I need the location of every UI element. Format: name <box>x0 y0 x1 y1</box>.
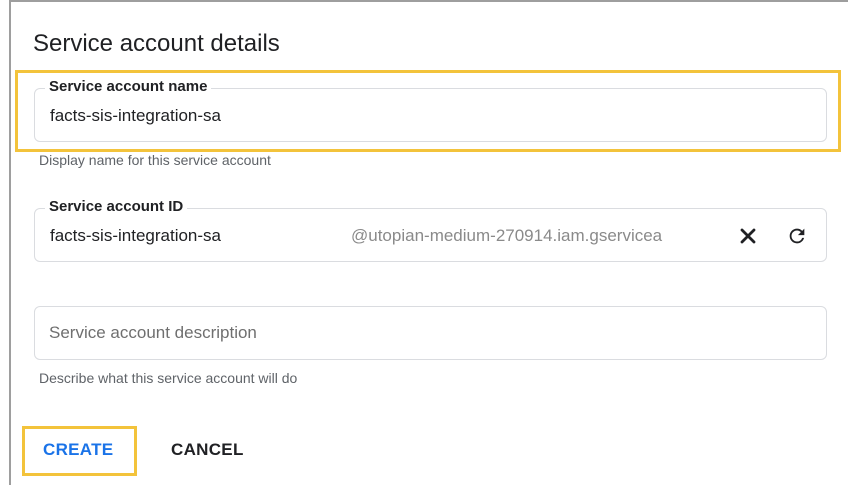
service-account-id-label: Service account ID <box>45 198 188 215</box>
service-account-name-label: Service account name <box>45 78 212 95</box>
dialog-title: Service account details <box>33 30 280 57</box>
service-account-id-field[interactable]: Service account ID facts-sis-integration… <box>34 198 827 262</box>
close-icon[interactable] <box>735 223 761 249</box>
service-account-description-helper: Describe what this service account will … <box>39 370 298 386</box>
refresh-icon[interactable] <box>784 223 810 249</box>
service-account-name-value[interactable]: facts-sis-integration-sa <box>50 106 221 126</box>
service-account-description-placeholder[interactable]: Service account description <box>49 323 257 343</box>
create-button[interactable]: CREATE <box>43 440 113 460</box>
cancel-button[interactable]: CANCEL <box>171 440 244 460</box>
service-account-description-field[interactable]: Service account description <box>34 306 827 360</box>
service-account-name-field[interactable]: Service account name facts-sis-integrati… <box>34 78 827 142</box>
dialog-panel: Service account details Service account … <box>9 0 848 485</box>
service-account-id-domain-suffix: @utopian-medium-270914.iam.gservicea <box>351 226 663 245</box>
service-account-id-value[interactable]: facts-sis-integration-sa <box>50 226 221 246</box>
service-account-name-helper: Display name for this service account <box>39 152 271 168</box>
